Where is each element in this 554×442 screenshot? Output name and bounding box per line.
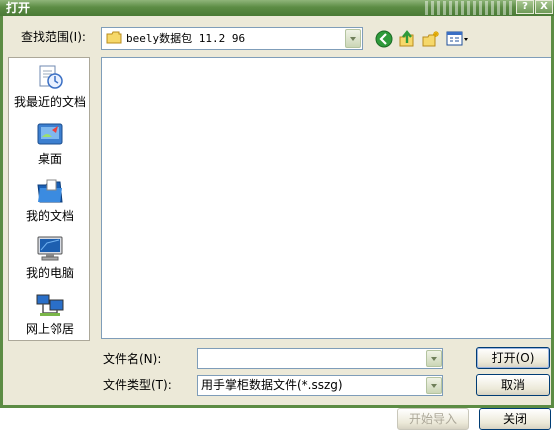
desktop-icon (37, 123, 63, 145)
lookin-label: 查找范围(I): (21, 30, 86, 44)
place-label: 我的电脑 (25, 266, 74, 280)
place-network[interactable]: 网上邻居 (9, 291, 89, 337)
place-label: 我的文档 (25, 209, 74, 223)
filetype-select[interactable]: 用手掌柜数据文件(*.sszg) (197, 375, 443, 396)
filetype-dropdown-button[interactable] (426, 377, 442, 394)
window-title: 打开 (6, 1, 31, 15)
place-desktop[interactable]: 桌面 (9, 121, 89, 167)
place-my-documents[interactable]: 我的文档 (9, 178, 89, 224)
network-places-icon (36, 294, 64, 316)
file-list[interactable] (101, 57, 551, 339)
filename-dropdown-button[interactable] (426, 350, 442, 367)
filetype-value: 用手掌柜数据文件(*.sszg) (201, 378, 343, 392)
my-computer-icon (37, 236, 63, 261)
filename-label: 文件名(N): (103, 352, 162, 366)
place-my-computer[interactable]: 我的电脑 (9, 235, 89, 281)
my-documents-icon (37, 179, 63, 203)
title-bar-decoration (425, 1, 515, 15)
open-button[interactable]: 打开(O) (476, 347, 550, 369)
chevron-down-icon (431, 357, 437, 361)
close-button[interactable]: 关闭 (479, 408, 551, 430)
window-border-left (0, 16, 3, 408)
new-folder-icon[interactable] (422, 30, 440, 48)
filename-input[interactable] (197, 348, 443, 369)
lookin-value: beely数据包 11.2 96 (126, 32, 246, 45)
place-label: 网上邻居 (25, 322, 74, 336)
place-recent-documents[interactable]: 我最近的文档 (9, 63, 89, 111)
view-menu-icon[interactable] (446, 30, 470, 48)
recent-documents-icon (39, 65, 63, 89)
cancel-button[interactable]: 取消 (476, 374, 550, 396)
folder-icon (106, 31, 122, 44)
close-window-button[interactable]: X (535, 0, 553, 14)
lookin-dropdown-button[interactable] (345, 29, 361, 48)
back-icon[interactable] (375, 30, 393, 48)
place-label: 我最近的文档 (13, 95, 86, 109)
start-import-button[interactable]: 开始导入 (397, 408, 469, 430)
window-border-bottom (0, 405, 554, 408)
up-one-level-icon[interactable] (398, 30, 416, 48)
filetype-label: 文件类型(T): (103, 378, 172, 392)
chevron-down-icon (431, 384, 437, 388)
place-label: 桌面 (37, 152, 62, 166)
chevron-down-icon (350, 37, 356, 41)
help-button[interactable]: ? (516, 0, 534, 14)
